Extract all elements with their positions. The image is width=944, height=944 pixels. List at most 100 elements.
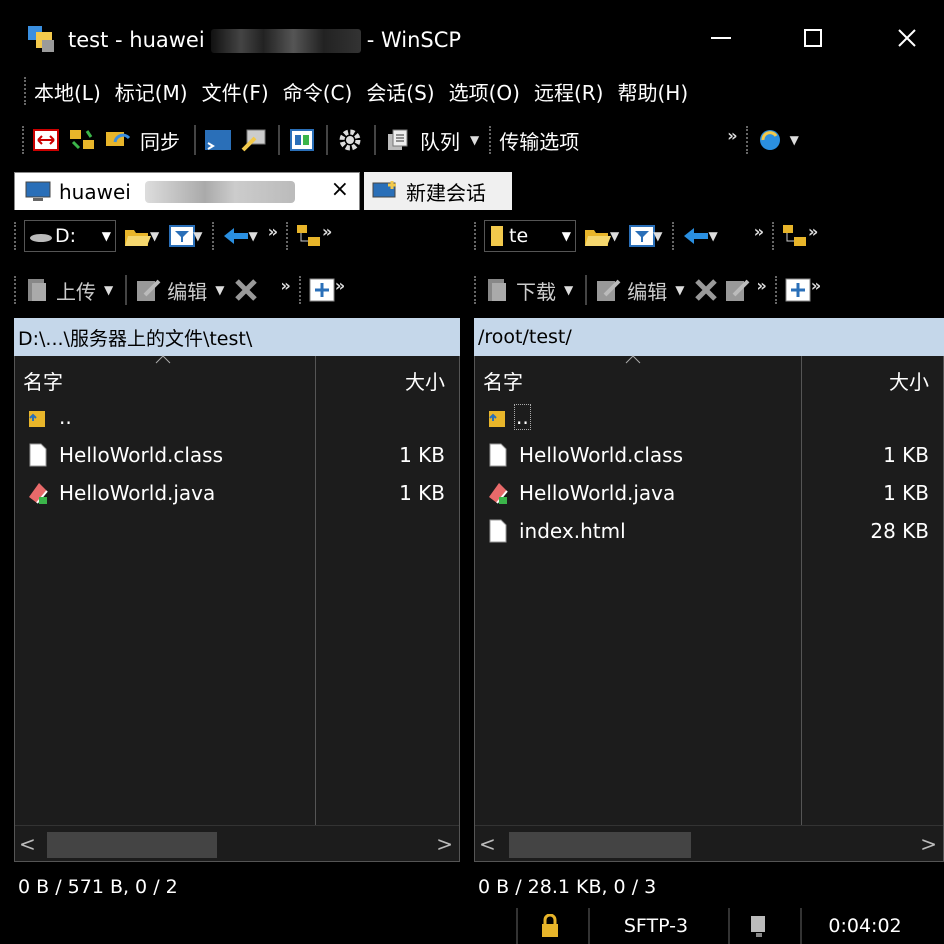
toolbar-overflow-chevron-icon[interactable]: »: [268, 222, 278, 241]
column-header-size[interactable]: 大小: [889, 366, 929, 395]
synchronize-label[interactable]: 同步: [140, 126, 180, 155]
toolbar-grip[interactable]: [212, 222, 216, 250]
toolbar-overflow-chevron-icon[interactable]: »: [756, 276, 766, 295]
list-item[interactable]: HelloWorld.java 1 KB: [15, 474, 459, 512]
reconnect-dropdown-icon[interactable]: ▼: [790, 133, 799, 147]
upload-label[interactable]: 上传: [56, 276, 96, 305]
download-icon[interactable]: [484, 277, 510, 303]
menu-command[interactable]: 命令(C): [283, 77, 353, 106]
toolbar-grip[interactable]: [14, 276, 18, 304]
list-item[interactable]: HelloWorld.java 1 KB: [475, 474, 943, 512]
queue-dropdown-icon[interactable]: ▼: [470, 133, 479, 147]
scroll-left-arrow-icon[interactable]: <: [19, 832, 36, 856]
menu-options[interactable]: 选项(O): [449, 77, 520, 106]
remote-path-bar[interactable]: /root/test/: [474, 318, 944, 356]
back-dropdown-icon[interactable]: ▼: [708, 229, 717, 243]
scroll-right-arrow-icon[interactable]: >: [436, 832, 453, 856]
toolbar-overflow-chevron-icon[interactable]: »: [727, 126, 737, 145]
scroll-right-arrow-icon[interactable]: >: [920, 832, 937, 856]
scroll-thumb[interactable]: [509, 832, 691, 858]
reconnect-icon[interactable]: [756, 127, 784, 153]
encryption-status[interactable]: [516, 908, 582, 944]
menu-remote[interactable]: 远程(R): [534, 77, 604, 106]
queue-icon[interactable]: [384, 127, 412, 153]
synchronize-icon[interactable]: [104, 127, 132, 153]
edit-label[interactable]: 编辑: [627, 276, 667, 305]
tab-new-session[interactable]: 新建会话: [364, 172, 512, 210]
column-header-size[interactable]: 大小: [405, 366, 445, 395]
putty-icon[interactable]: [240, 127, 268, 153]
preferences-gear-icon[interactable]: [336, 127, 364, 153]
toolbar-overflow-chevron-icon[interactable]: »: [754, 222, 764, 241]
column-header-name[interactable]: 名字: [483, 366, 523, 395]
edit-icon[interactable]: [595, 277, 621, 303]
list-item[interactable]: HelloWorld.class 1 KB: [475, 436, 943, 474]
queue-label[interactable]: 队列: [420, 126, 460, 155]
protocol-status[interactable]: SFTP-3: [588, 908, 722, 944]
new-item-plus-icon[interactable]: [785, 278, 811, 302]
list-item[interactable]: ..: [475, 398, 943, 436]
upload-dropdown-icon[interactable]: ▼: [104, 283, 113, 297]
close-window-button[interactable]: [884, 18, 930, 58]
toolbar-grip[interactable]: [298, 276, 303, 304]
edit-dropdown-icon[interactable]: ▼: [675, 283, 684, 297]
filter-dropdown-icon[interactable]: ▼: [653, 229, 662, 243]
open-folder-dropdown-icon[interactable]: ▼: [610, 229, 619, 243]
toolbar-grip[interactable]: [286, 222, 290, 250]
refresh-panel-icon[interactable]: [288, 127, 316, 153]
filter-icon[interactable]: [629, 225, 656, 247]
menu-mark[interactable]: 标记(M): [115, 77, 188, 106]
back-arrow-icon[interactable]: [222, 226, 250, 246]
tab-close-button[interactable]: ×: [331, 177, 349, 202]
list-item[interactable]: HelloWorld.class 1 KB: [15, 436, 459, 474]
local-drive-select[interactable]: D: ▼: [24, 220, 116, 252]
toolbar-overflow-chevron-icon[interactable]: »: [322, 222, 332, 241]
toolbar-grip[interactable]: [774, 276, 779, 304]
menu-local[interactable]: 本地(L): [34, 77, 101, 106]
maximize-button[interactable]: [790, 18, 836, 58]
compare-directories-icon[interactable]: [32, 127, 60, 153]
toolbar-overflow-chevron-icon[interactable]: »: [280, 276, 290, 295]
delete-x-icon[interactable]: [234, 278, 258, 302]
scroll-thumb[interactable]: [47, 832, 217, 858]
tab-session-huawei[interactable]: huawei ×: [14, 172, 360, 210]
filter-dropdown-icon[interactable]: ▼: [193, 229, 202, 243]
filter-icon[interactable]: [169, 225, 196, 247]
toolbar-grip[interactable]: [489, 126, 493, 154]
column-header-name[interactable]: 名字: [23, 366, 63, 395]
open-folder-icon[interactable]: [584, 224, 612, 248]
remote-directory-select[interactable]: te ▼: [484, 220, 576, 252]
toolbar-grip[interactable]: [772, 222, 776, 250]
menu-file[interactable]: 文件(F): [202, 77, 269, 106]
toolbar-grip[interactable]: [22, 126, 26, 154]
toolbar-grip[interactable]: [474, 276, 478, 304]
list-item[interactable]: index.html 28 KB: [475, 512, 943, 550]
edit-dropdown-icon[interactable]: ▼: [215, 283, 224, 297]
synchronize-browsing-icon[interactable]: [68, 127, 96, 153]
list-item[interactable]: ..: [15, 398, 459, 436]
scroll-left-arrow-icon[interactable]: <: [479, 832, 496, 856]
open-folder-dropdown-icon[interactable]: ▼: [150, 229, 159, 243]
back-arrow-icon[interactable]: [682, 226, 710, 246]
edit-icon[interactable]: [135, 277, 161, 303]
remote-horizontal-scrollbar[interactable]: < >: [475, 825, 943, 861]
transfer-options-label[interactable]: 传输选项: [499, 126, 579, 155]
toolbar-overflow-chevron-icon[interactable]: »: [335, 276, 345, 295]
edit-label[interactable]: 编辑: [167, 276, 207, 305]
new-item-plus-icon[interactable]: [309, 278, 335, 302]
toolbar-overflow-chevron-icon[interactable]: »: [808, 222, 818, 241]
directory-tree-icon[interactable]: [782, 224, 808, 248]
download-dropdown-icon[interactable]: ▼: [564, 283, 573, 297]
local-horizontal-scrollbar[interactable]: < >: [15, 825, 459, 861]
toolbar-grip[interactable]: [745, 126, 750, 154]
upload-icon[interactable]: [24, 277, 50, 303]
connection-status[interactable]: [728, 908, 788, 944]
toolbar-grip[interactable]: [672, 222, 676, 250]
open-folder-icon[interactable]: [124, 224, 152, 248]
menu-grip[interactable]: [24, 77, 28, 105]
local-path-bar[interactable]: D:\...\服务器上的文件\test\: [14, 318, 460, 356]
toolbar-overflow-chevron-icon[interactable]: »: [811, 276, 821, 295]
menu-help[interactable]: 帮助(H): [618, 77, 689, 106]
minimize-button[interactable]: [698, 18, 744, 58]
back-dropdown-icon[interactable]: ▼: [248, 229, 257, 243]
